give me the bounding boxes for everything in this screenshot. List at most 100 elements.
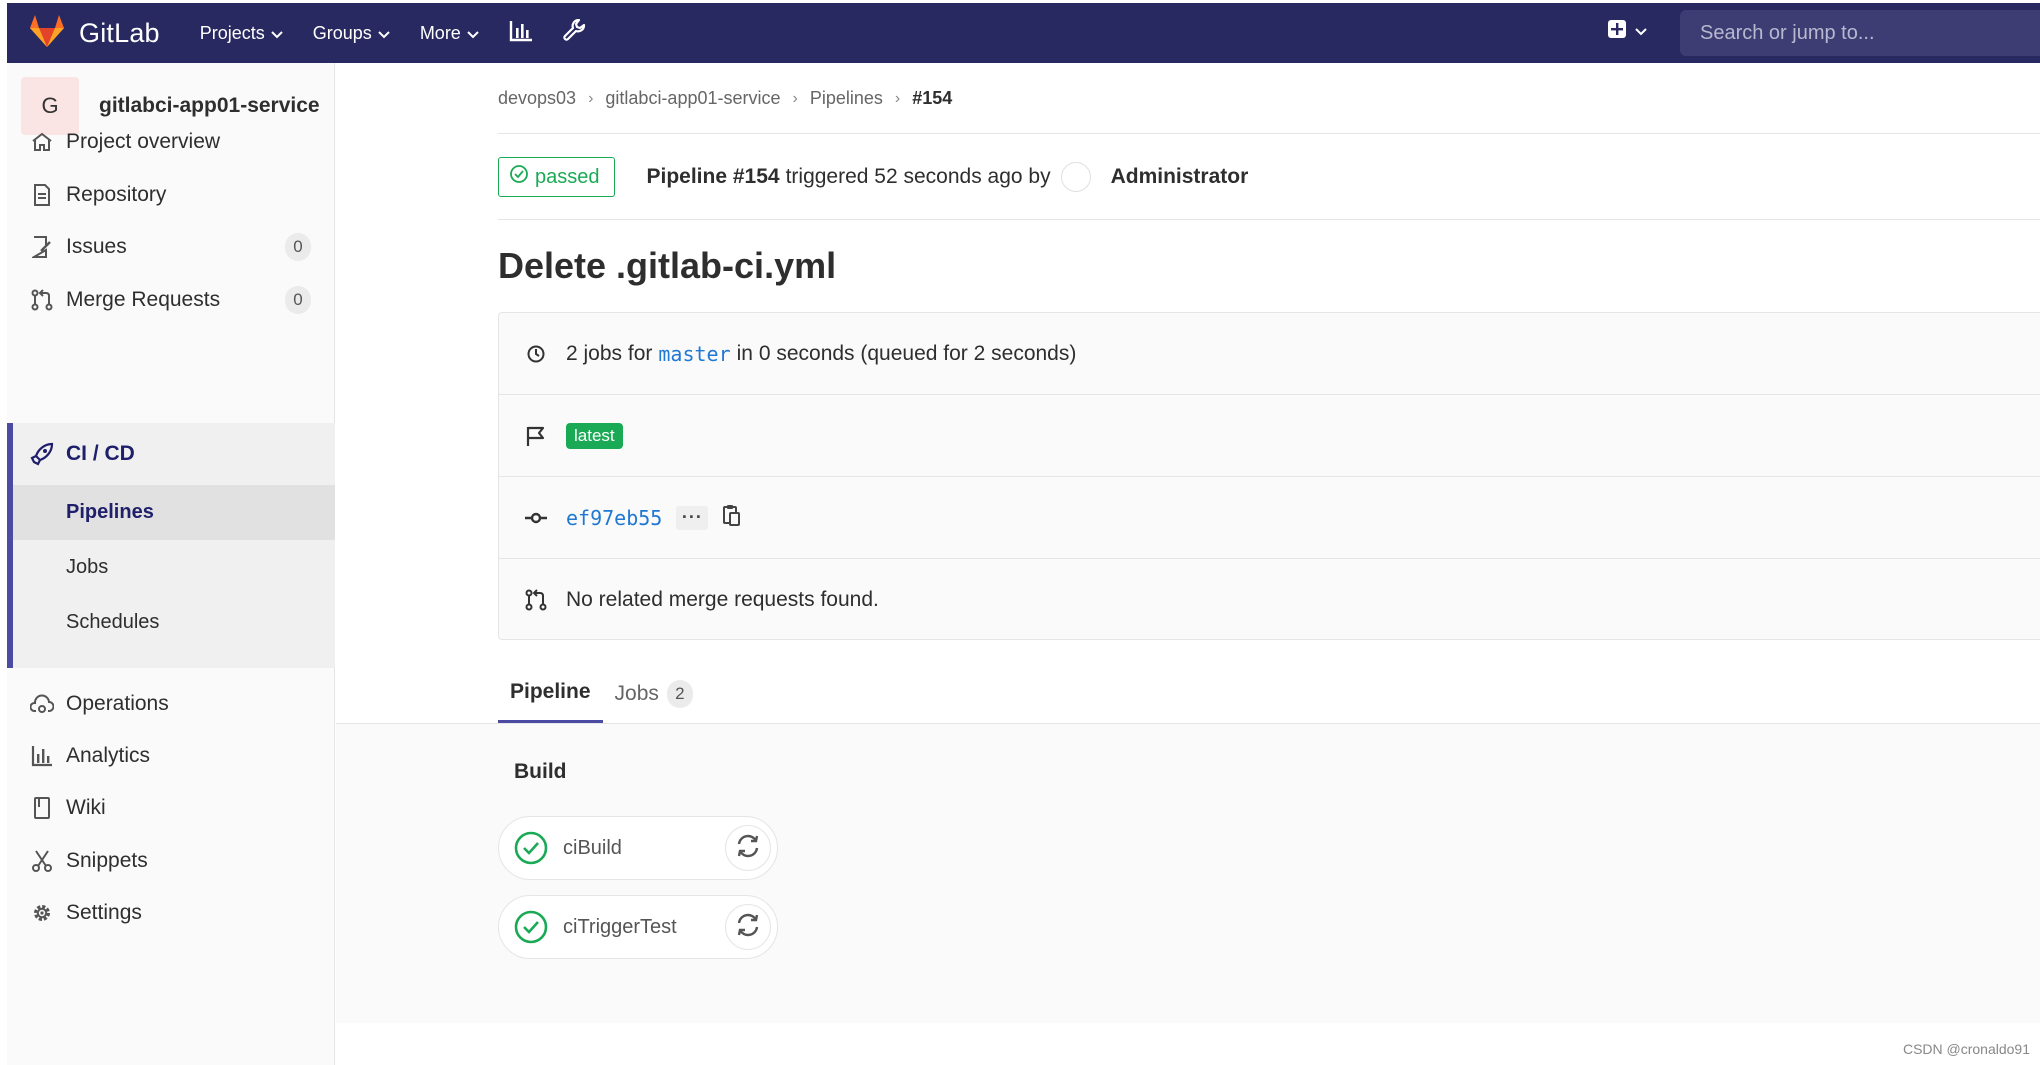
cicd-section: CI / CD Pipelines Jobs Schedules [7,423,335,668]
tags: latest [566,422,623,449]
retry-job-button[interactable] [725,904,771,950]
sidebar-item-label: Wiki [66,796,106,819]
sidebar-subitem-jobs[interactable]: Jobs [13,540,335,595]
job-item[interactable]: ciBuild [498,816,778,880]
commit-row: ef97eb55 ··· [499,477,2040,559]
copy-sha-button[interactable] [722,504,741,532]
success-icon [513,909,549,945]
retry-icon [735,912,761,943]
pipeline-info-box: 2 jobs for master in 0 seconds (queued f… [498,312,2040,640]
merge-request-icon [29,289,55,311]
scissors-icon [29,849,55,873]
gitlab-home-link[interactable]: GitLab [29,14,160,53]
chart-icon [29,745,55,767]
jobs-count-text: 2 jobs for [566,341,653,365]
merge-request-icon [521,589,551,611]
book-icon [29,797,55,819]
user-link[interactable]: Administrator [1111,165,1249,189]
brand-name: GitLab [79,17,160,48]
retry-job-button[interactable] [725,825,771,871]
chevron-down-icon [467,23,479,44]
pipeline-title: Pipeline #154 [646,165,780,188]
activity-chart-button[interactable] [509,20,533,47]
sidebar-item-label: Merge Requests [66,288,221,311]
browser-viewport: GitLab Projects Groups More Search or ju… [0,0,2040,1065]
jobs-count-badge: 2 [666,679,693,708]
pipeline-triggered-text: triggered 52 seconds ago by [785,165,1051,188]
doc-text-icon [29,184,55,206]
commit-icon [521,511,551,525]
sidebar-item-wiki[interactable]: Wiki [7,780,335,836]
search-placeholder: Search or jump to... [1700,21,1875,44]
commit-sha-link[interactable]: ef97eb55 [566,506,662,530]
chevron-down-icon [1635,23,1647,41]
sidebar-subitem-pipelines[interactable]: Pipelines [13,485,335,540]
sidebar-item-settings[interactable]: Settings [7,885,335,941]
sidebar-item-merge-requests[interactable]: Merge Requests 0 [7,272,335,328]
admin-area-button[interactable] [563,18,587,48]
sidebar-item-project-overview[interactable]: Project overview [7,114,335,170]
flag-icon [521,425,551,447]
sidebar-subitem-schedules[interactable]: Schedules [13,595,335,650]
pipeline-header: passed Pipeline #154 triggered 52 second… [498,157,1248,197]
check-circle-icon [509,164,529,190]
more-menu[interactable]: More [420,23,479,44]
commit-title: Delete .gitlab-ci.yml [498,245,837,286]
breadcrumb-pipelines-link[interactable]: Pipelines [810,88,883,109]
top-navbar: GitLab Projects Groups More Search or ju… [7,3,2040,63]
wrench-icon [563,18,587,48]
status-badge[interactable]: passed [498,157,615,197]
divider [498,219,2040,220]
projects-label: Projects [199,22,265,43]
bar-chart-icon [509,20,533,47]
sidebar-item-label: Project overview [66,130,221,153]
search-input[interactable]: Search or jump to... [1680,10,2040,56]
sidebar-item-analytics[interactable]: Analytics [7,728,335,784]
job-item[interactable]: ciTriggerTest [498,895,778,959]
user-avatar[interactable] [1060,162,1091,192]
success-icon [513,830,549,866]
tab-jobs[interactable]: Jobs 2 [603,664,705,723]
jobs-duration-text: in 0 seconds (queued for 2 seconds) [736,341,1077,365]
tab-pipeline[interactable]: Pipeline [498,664,603,723]
more-label: More [419,22,461,43]
groups-label: Groups [312,22,372,43]
window-edge [0,0,7,1065]
divider [498,133,2040,134]
issues-icon [29,236,55,258]
chevron-down-icon [271,23,283,44]
merge-requests-row: No related merge requests found. [499,559,2040,641]
chevron-right-icon: › [792,89,798,107]
sidebar-item-repository[interactable]: Repository [7,167,335,223]
new-dropdown-button[interactable] [1607,19,1647,44]
breadcrumb-project-link[interactable]: gitlabci-app01-service [605,88,780,109]
plus-square-icon [1607,19,1627,44]
expand-commit-button[interactable]: ··· [676,505,709,530]
job-name: ciBuild [563,836,622,859]
sidebar-item-label: Analytics [66,744,151,767]
tab-jobs-label: Jobs [614,681,659,705]
jobs-summary: 2 jobs for master in 0 seconds (queued f… [566,342,1076,366]
cloud-gear-icon [29,693,55,715]
projects-menu[interactable]: Projects [200,23,283,44]
sidebar-item-label: Snippets [66,849,148,872]
rocket-icon [29,442,55,466]
sidebar-item-cicd[interactable]: CI / CD [13,423,335,485]
sidebar-item-issues[interactable]: Issues 0 [7,219,335,275]
home-icon [29,132,55,152]
breadcrumb-group-link[interactable]: devops03 [498,88,576,109]
merge-requests-count-badge: 0 [285,286,311,314]
tags-row: latest [499,395,2040,477]
sidebar-item-label: Repository [66,183,167,206]
sidebar-item-label: CI / CD [66,442,135,465]
status-label: passed [535,165,600,188]
stage-title: Build [514,760,567,783]
retry-icon [735,833,761,864]
merge-requests-text: No related merge requests found. [566,588,879,611]
sidebar-item-snippets[interactable]: Snippets [7,833,335,889]
branch-link[interactable]: master [658,342,730,366]
breadcrumb-current[interactable]: #154 [912,88,952,109]
sidebar-item-operations[interactable]: Operations [7,676,335,732]
chevron-down-icon [378,23,390,44]
groups-menu[interactable]: Groups [313,23,390,44]
